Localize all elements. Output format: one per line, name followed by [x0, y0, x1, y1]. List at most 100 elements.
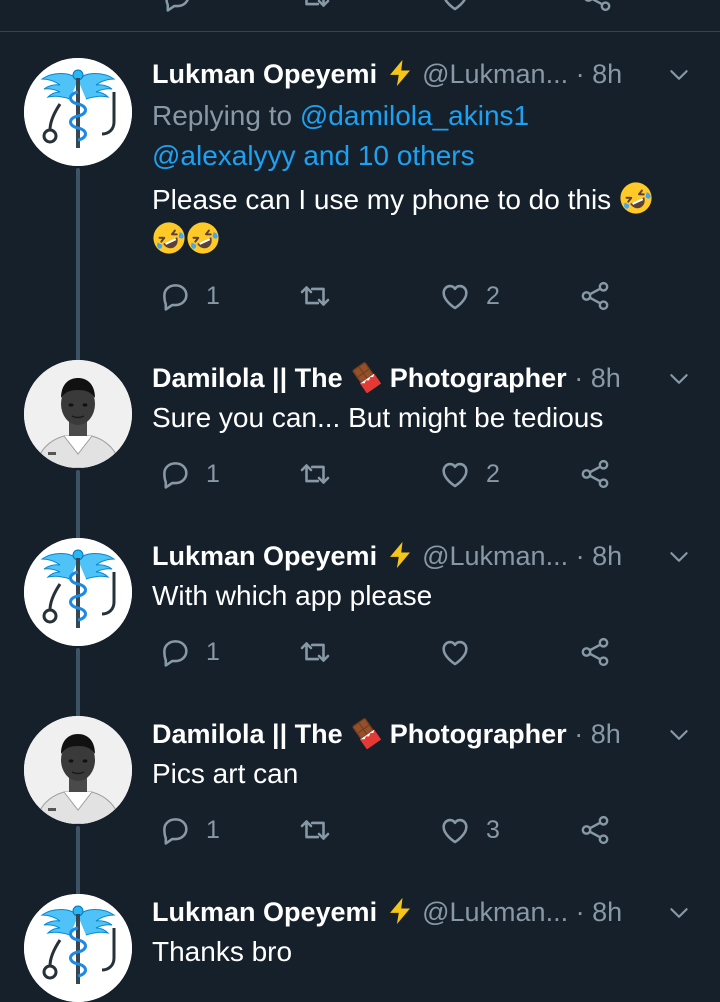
tweet[interactable]: Lukman Opeyemi @Lukman... · 8h Thanks br… — [0, 892, 720, 1002]
share-icon — [578, 635, 612, 669]
share-icon[interactable] — [580, 0, 614, 14]
author-name[interactable]: Lukman Opeyemi — [152, 897, 377, 927]
avatar[interactable] — [24, 538, 132, 646]
tweet-header: Damilola || The Photographer · 8h — [152, 714, 700, 754]
author-name-part2[interactable]: Photographer — [390, 363, 567, 393]
tweet-actions: 1 3 — [152, 808, 700, 852]
author-name-part1[interactable]: Damilola || The — [152, 719, 343, 749]
author-handle[interactable]: @Lukman... — [422, 59, 568, 89]
share-button[interactable] — [578, 274, 612, 318]
previous-tweet-actions — [0, 0, 720, 32]
retweet-icon — [298, 813, 332, 847]
tweet-text: Please can I use my phone to do this — [152, 180, 700, 260]
tweet-header: Lukman Opeyemi @Lukman... · 8h — [152, 892, 700, 932]
author-name-part2[interactable]: Photographer — [390, 719, 567, 749]
reply-icon[interactable] — [160, 0, 194, 14]
author-handle[interactable]: @Lukman... — [422, 897, 568, 927]
timestamp[interactable]: 8h — [592, 541, 622, 571]
replying-to: Replying to @damilola_akins1 — [152, 96, 529, 136]
retweet-button[interactable] — [298, 274, 346, 318]
chevron-down-icon[interactable] — [666, 544, 692, 570]
reply-count: 1 — [206, 815, 220, 844]
author-name-part1[interactable]: Damilola || The — [152, 363, 343, 393]
tweet-body: Please can I use my phone to do this — [152, 184, 612, 215]
tweet-actions: 1 — [152, 630, 700, 674]
reply-button[interactable]: 1 — [158, 452, 220, 496]
tweet-header: Lukman Opeyemi @Lukman... · 8h — [152, 54, 700, 94]
tweet[interactable]: Lukman Opeyemi @Lukman... · 8h With whic… — [0, 536, 720, 686]
divider — [0, 31, 720, 32]
tweet-actions: 1 2 — [152, 452, 700, 496]
separator-dot: · — [574, 719, 584, 749]
mention-link[interactable]: @damilola_akins1 — [300, 100, 529, 131]
tweet-text: Pics art can — [152, 758, 299, 789]
reply-icon — [158, 813, 192, 847]
chevron-down-icon[interactable] — [666, 366, 692, 392]
chevron-down-icon[interactable] — [666, 900, 692, 926]
share-icon — [578, 279, 612, 313]
reply-button[interactable]: 1 — [158, 808, 220, 852]
timestamp[interactable]: 8h — [591, 363, 621, 393]
reply-icon — [158, 457, 192, 491]
heart-icon — [438, 635, 472, 669]
reply-count: 1 — [206, 637, 220, 666]
retweet-icon — [298, 279, 332, 313]
retweet-button[interactable] — [298, 630, 346, 674]
retweet-icon[interactable] — [298, 0, 332, 14]
like-count: 2 — [486, 281, 500, 310]
reply-count: 1 — [206, 281, 220, 310]
like-button[interactable]: 2 — [438, 452, 500, 496]
share-button[interactable] — [578, 630, 612, 674]
lightning-emoji — [385, 896, 415, 926]
chevron-down-icon[interactable] — [666, 722, 692, 748]
tweet[interactable]: Damilola || The Photographer · 8h Sure y… — [0, 358, 720, 508]
reply-button[interactable]: 1 — [158, 274, 220, 318]
separator-dot: · — [574, 363, 584, 393]
avatar[interactable] — [24, 58, 132, 166]
avatar[interactable] — [24, 894, 132, 1002]
timestamp[interactable]: 8h — [592, 897, 622, 927]
heart-icon — [438, 813, 472, 847]
rofl-emoji — [186, 221, 220, 255]
heart-icon[interactable] — [438, 0, 472, 14]
share-icon — [578, 813, 612, 847]
share-button[interactable] — [578, 452, 612, 496]
retweet-icon — [298, 457, 332, 491]
tweet[interactable]: Damilola || The Photographer · 8h Pics a… — [0, 714, 720, 864]
heart-icon — [438, 279, 472, 313]
reply-icon — [158, 635, 192, 669]
author-name[interactable]: Lukman Opeyemi — [152, 59, 377, 89]
chocolate-emoji — [350, 717, 382, 749]
retweet-button[interactable] — [298, 808, 346, 852]
mention-link[interactable]: @alexalyyy and 10 others — [152, 140, 475, 171]
author-name[interactable]: Lukman Opeyemi — [152, 541, 377, 571]
tweet-actions: 1 2 — [152, 274, 700, 318]
tweet-text: Thanks bro — [152, 936, 293, 967]
timestamp[interactable]: 8h — [592, 59, 622, 89]
replying-to-others: @alexalyyy and 10 others — [152, 136, 475, 176]
reply-count: 1 — [206, 459, 220, 488]
tweet[interactable]: Lukman Opeyemi @Lukman... · 8h Replying … — [0, 54, 720, 344]
like-button[interactable]: 3 — [438, 808, 500, 852]
chevron-down-icon[interactable] — [666, 62, 692, 88]
replying-prefix: Replying to — [152, 100, 300, 131]
reply-button[interactable]: 1 — [158, 630, 220, 674]
tweet-header: Damilola || The Photographer · 8h — [152, 358, 700, 398]
tweet-text: Sure you can... But might be tedious — [152, 402, 604, 433]
avatar[interactable] — [24, 716, 132, 824]
retweet-icon — [298, 635, 332, 669]
share-button[interactable] — [578, 808, 612, 852]
retweet-button[interactable] — [298, 452, 346, 496]
share-icon — [578, 457, 612, 491]
tweet-text: With which app please — [152, 580, 433, 611]
like-button[interactable]: 2 — [438, 274, 500, 318]
like-count: 2 — [486, 459, 500, 488]
timestamp[interactable]: 8h — [591, 719, 621, 749]
avatar[interactable] — [24, 360, 132, 468]
like-count: 3 — [486, 815, 500, 844]
author-handle[interactable]: @Lukman... — [422, 541, 568, 571]
heart-icon — [438, 457, 472, 491]
like-button[interactable] — [438, 630, 486, 674]
rofl-emoji — [619, 181, 653, 215]
lightning-emoji — [385, 540, 415, 570]
